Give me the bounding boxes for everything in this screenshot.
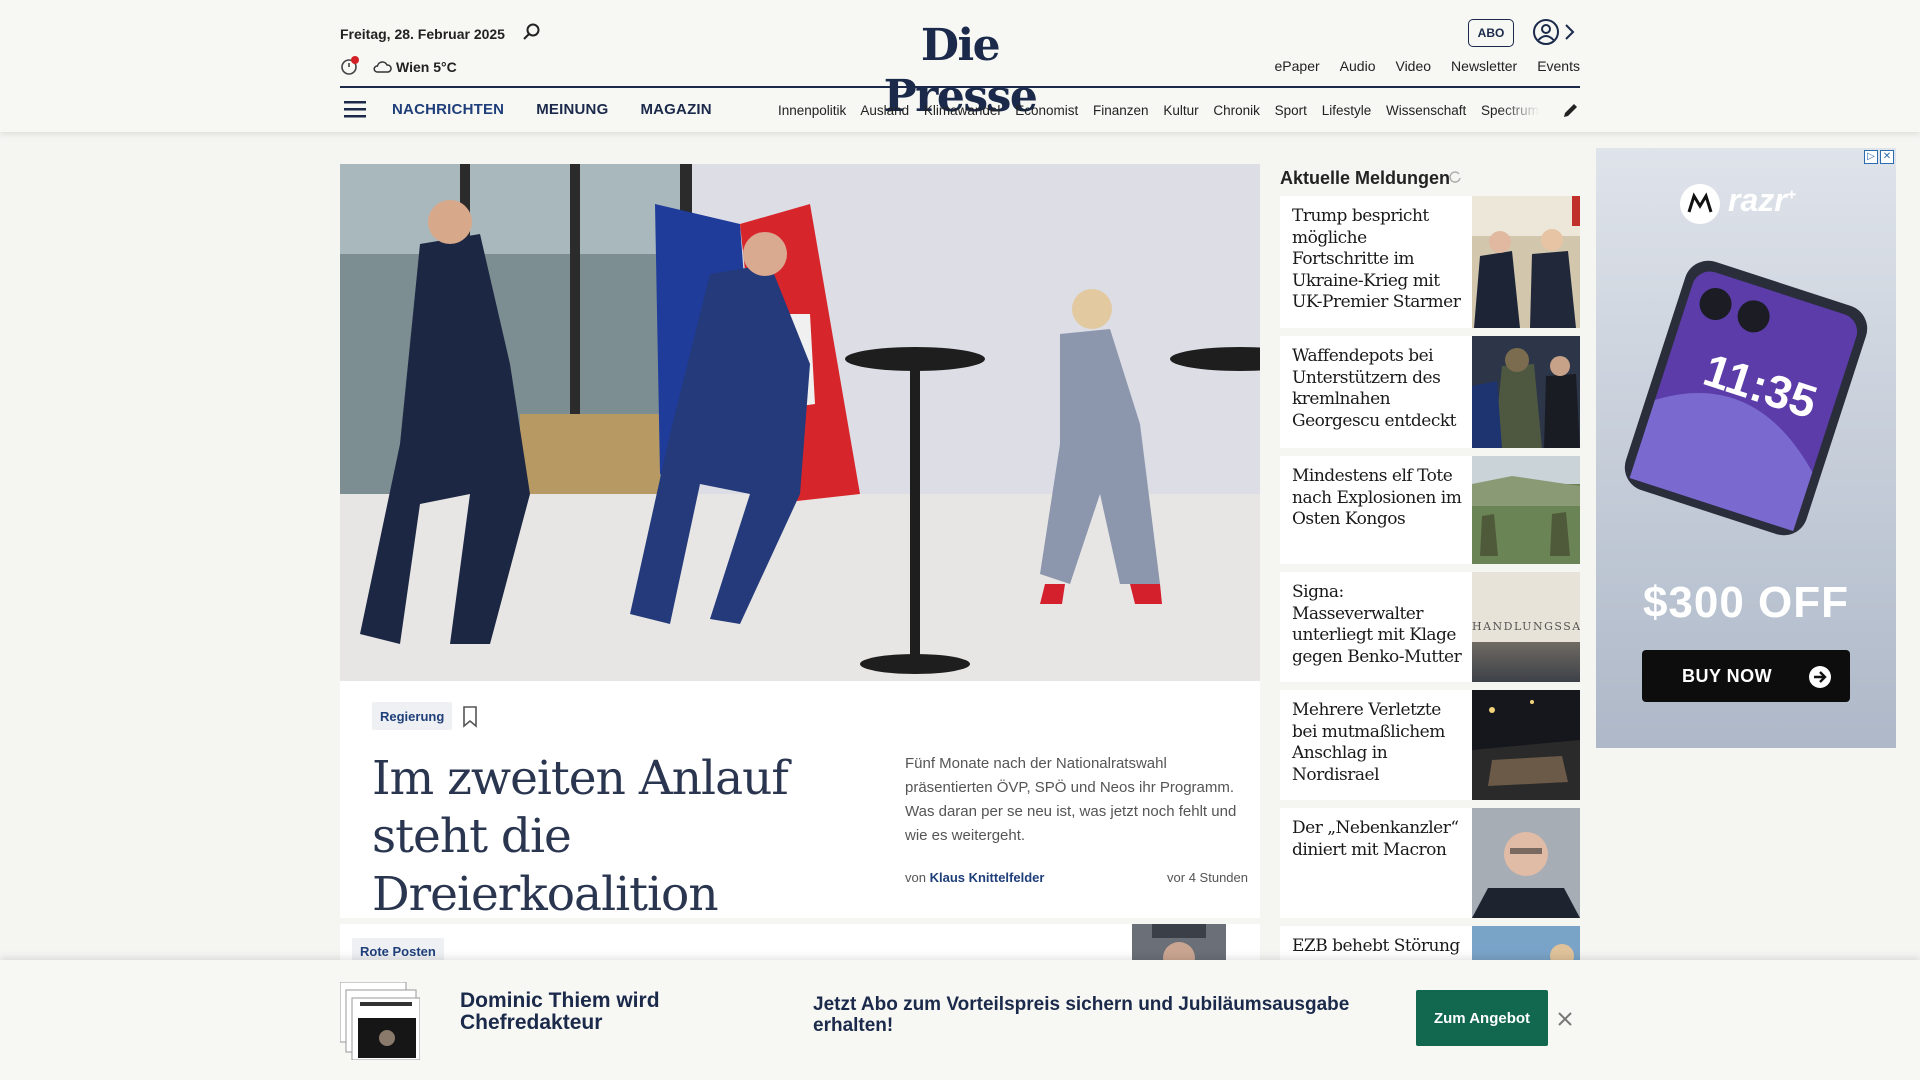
ad-brand-plus: + xyxy=(1786,186,1797,204)
close-icon[interactable] xyxy=(1556,1010,1574,1028)
news-item-thumbnail[interactable] xyxy=(1472,456,1580,564)
chevron-right-icon[interactable] xyxy=(1562,22,1576,42)
buy-now-label: BUY NOW xyxy=(1682,665,1773,686)
hamburger-menu-icon[interactable] xyxy=(344,100,366,118)
news-item-title[interactable]: Trump bespricht mögliche Fortschritte im… xyxy=(1292,206,1462,314)
hero-article[interactable]: Regierung Im zweiten Anlauf steht die Dr… xyxy=(340,164,1260,922)
refresh-icon[interactable] xyxy=(1448,170,1462,184)
zum-angebot-button[interactable]: Zum Angebot xyxy=(1416,990,1548,1046)
subnav-chronik[interactable]: Chronik xyxy=(1213,103,1260,118)
bookmark-icon[interactable] xyxy=(462,706,478,728)
thumb-caption-text: HANDLUNGSSA xyxy=(1472,620,1580,633)
subnav-klimawandel[interactable]: Klimawandel xyxy=(924,103,1001,118)
news-item-title[interactable]: Signa: Masseverwalter unterliegt mit Kla… xyxy=(1292,582,1462,668)
ad-phone-image: 11:35 xyxy=(1624,260,1868,536)
news-item-thumbnail[interactable] xyxy=(1472,196,1580,328)
nav-meinung[interactable]: MEINUNG xyxy=(536,101,608,118)
ad-brand: razr+ xyxy=(1728,182,1796,219)
subnav-wissenschaft[interactable]: Wissenschaft xyxy=(1386,103,1466,118)
link-audio[interactable]: Audio xyxy=(1340,58,1376,74)
subnav-ausland[interactable]: Ausland xyxy=(860,103,909,118)
news-item[interactable]: Waffendepots bei Unterstützern des kreml… xyxy=(1280,336,1580,448)
current-date: Freitag, 28. Februar 2025 xyxy=(340,26,505,42)
nav-nachrichten[interactable]: NACHRICHTEN xyxy=(392,101,504,118)
advertisement[interactable]: ▷ ✕ razr+ 11:35 $300 OFF BUY NOW xyxy=(1596,148,1896,748)
ad-info-icon[interactable]: ▷ xyxy=(1864,150,1878,164)
latest-news-title: Aktuelle Meldungen xyxy=(1280,168,1451,188)
weather-text: Wien 5°C xyxy=(396,59,457,75)
search-icon[interactable] xyxy=(522,22,542,42)
news-item-title[interactable]: Mindestens elf Tote nach Explosionen im … xyxy=(1292,466,1462,531)
news-item-title[interactable]: Der „Nebenkanzler“ diniert mit Macron xyxy=(1292,818,1462,861)
subnav-fade xyxy=(1500,98,1540,122)
motorola-logo-icon xyxy=(1680,184,1720,224)
top-links: ePaper Audio Video Newsletter Events xyxy=(1275,58,1580,74)
link-epaper[interactable]: ePaper xyxy=(1275,58,1320,74)
news-item[interactable]: Der „Nebenkanzler“ diniert mit Macron xyxy=(1280,808,1580,918)
news-item[interactable]: Mehrere Verletzte bei mutmaßlichem Ansch… xyxy=(1280,690,1580,800)
ad-close-icon[interactable]: ✕ xyxy=(1880,150,1894,164)
subnav-kultur[interactable]: Kultur xyxy=(1163,103,1198,118)
news-item[interactable]: Signa: Masseverwalter unterliegt mit Kla… xyxy=(1280,572,1580,682)
banner-headline[interactable]: Dominic Thiem wird Chefredakteur xyxy=(460,990,700,1034)
subnav-finanzen[interactable]: Finanzen xyxy=(1093,103,1149,118)
ad-offer: $300 OFF xyxy=(1642,578,1850,627)
pen-icon[interactable] xyxy=(1562,101,1580,119)
subnav-innenpolitik[interactable]: Innenpolitik xyxy=(778,103,846,118)
ad-controls: ▷ ✕ xyxy=(1864,150,1894,164)
news-item-thumbnail[interactable] xyxy=(1472,336,1580,448)
nav-magazin[interactable]: MAGAZIN xyxy=(640,101,711,118)
user-account-icon[interactable] xyxy=(1532,18,1560,46)
timer-icon[interactable] xyxy=(340,56,360,76)
link-video[interactable]: Video xyxy=(1395,58,1431,74)
author-link[interactable]: Klaus Knittelfelder xyxy=(930,870,1045,885)
subnav-lifestyle[interactable]: Lifestyle xyxy=(1322,103,1372,118)
link-newsletter[interactable]: Newsletter xyxy=(1451,58,1517,74)
news-item-title[interactable]: Mehrere Verletzte bei mutmaßlichem Ansch… xyxy=(1292,700,1462,786)
subnav-economist[interactable]: Economist xyxy=(1015,103,1078,118)
section-nav: Innenpolitik Ausland Klimawandel Economi… xyxy=(778,103,1540,118)
hero-byline: von Klaus Knittelfelder xyxy=(905,870,1044,885)
news-item-thumbnail[interactable] xyxy=(1472,690,1580,800)
hero-timestamp: vor 4 Stunden xyxy=(1167,870,1248,885)
header-divider xyxy=(340,86,1580,88)
abo-button[interactable]: ABO xyxy=(1468,19,1514,47)
hero-headline[interactable]: Im zweiten Anlauf steht die Dreierkoalit… xyxy=(372,750,892,924)
news-item-thumbnail[interactable] xyxy=(1472,808,1580,918)
link-events[interactable]: Events xyxy=(1537,58,1580,74)
hero-photo[interactable] xyxy=(340,164,1260,681)
subscription-banner: Dominic Thiem wird Chefredakteur Jetzt A… xyxy=(0,960,1920,1080)
header-inner: Freitag, 28. Februar 2025 Wien 5°C Die P… xyxy=(340,0,1580,132)
cloud-icon xyxy=(373,61,392,73)
news-item-title[interactable]: Waffendepots bei Unterstützern des kreml… xyxy=(1292,346,1462,432)
thumb-band xyxy=(1472,642,1580,682)
category-tag[interactable]: Regierung xyxy=(372,702,453,730)
arrow-right-circle-icon xyxy=(1809,666,1831,688)
news-item[interactable]: Trump bespricht mögliche Fortschritte im… xyxy=(1280,196,1580,328)
site-header: Freitag, 28. Februar 2025 Wien 5°C Die P… xyxy=(0,0,1920,132)
news-item-thumbnail[interactable]: HANDLUNGSSA xyxy=(1472,572,1580,682)
banner-cta-text: Jetzt Abo zum Vorteilspreis sichern und … xyxy=(813,994,1350,1036)
ad-brand-name: razr xyxy=(1728,182,1787,218)
byline-prefix: von xyxy=(905,870,926,885)
buy-now-button[interactable]: BUY NOW xyxy=(1642,650,1850,702)
hero-teaser: Fünf Monate nach der Nationalratswahl pr… xyxy=(905,755,1237,844)
news-item[interactable]: Mindestens elf Tote nach Explosionen im … xyxy=(1280,456,1580,564)
newspaper-thumbnail xyxy=(340,982,420,1060)
subnav-sport[interactable]: Sport xyxy=(1275,103,1307,118)
main-nav: NACHRICHTEN MEINUNG MAGAZIN xyxy=(392,101,712,118)
news-item-title[interactable]: EZB behebt Störung xyxy=(1292,936,1462,958)
